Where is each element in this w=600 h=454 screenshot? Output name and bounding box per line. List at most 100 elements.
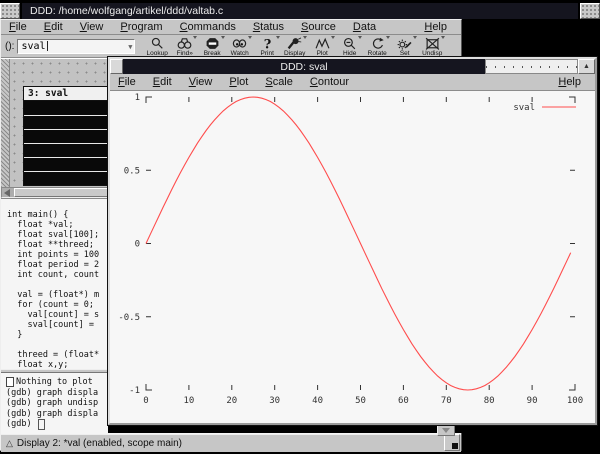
tool-button-rotate[interactable]: Rotate [363,36,391,57]
menu-item-view[interactable]: View [189,76,213,88]
menu-item-view[interactable]: View [80,21,104,33]
tool-button-label: Break [204,50,221,57]
dropdown-triangle-icon [386,36,390,39]
axis-tick-label: 0 [135,240,140,250]
axis-tick-label: 10 [183,396,194,406]
titlebar-focus-stripe [485,59,578,74]
scroll-down-icon [442,428,450,433]
window-resize-button[interactable] [580,3,600,19]
tool-button-label: Find» [177,50,193,57]
rotate-arrow-icon [370,37,385,50]
menu-item-status[interactable]: Status [253,21,284,33]
text-caret [47,41,48,51]
axis-tick-label: -1 [129,386,140,396]
line-chart-icon [315,37,330,50]
main-menubar: File Edit View Program Commands Status Source D… [1,20,461,35]
menu-item-program[interactable]: Program [120,21,162,33]
data-vertical-scrollbar[interactable] [1,59,10,187]
axis-tick-label: 20 [226,396,237,406]
plot-window-iconify-button[interactable]: ▲ [578,59,595,74]
tool-button-lookup[interactable]: Lookup [143,36,171,57]
menu-item-source[interactable]: Source [301,21,336,33]
dropdown-triangle-icon [248,36,252,39]
dropdown-triangle-icon [303,36,307,39]
dropdown-triangle-icon [358,36,362,39]
tool-button-break[interactable]: Break [198,36,226,57]
tool-button-label: Set [400,50,410,57]
tool-button-print[interactable]: ?Print [253,36,281,57]
dropdown-triangle-icon [413,36,417,39]
plot-canvas[interactable]: 010203040506070809010010.50-0.5-1sval [110,91,595,423]
argument-input[interactable]: sval ▼ [17,39,135,54]
status-bar: △ Display 2: *val (enabled, scope main) [1,434,461,452]
sine-plot: 010203040506070809010010.50-0.5-1sval [110,91,595,423]
plot-menubar: File Edit View Plot Scale Contour Help [110,74,595,91]
tool-button-label: Watch [231,50,249,57]
status-triangle-icon[interactable]: △ [6,438,13,449]
axis-tick-label: 50 [355,396,366,406]
menu-item-commands[interactable]: Commands [180,21,236,33]
tool-button-label: Print [261,50,274,57]
menu-item-data[interactable]: Data [353,21,376,33]
axis-tick-label: 60 [398,396,409,406]
dropdown-triangle-icon [276,36,280,39]
tool-buttons: LookupFind»BreakWatch?PrintDisplayPlotHi… [143,36,446,57]
dropdown-triangle-icon [331,36,335,39]
console-cursor [38,419,45,430]
tool-button-find[interactable]: Find» [171,36,199,57]
main-window-title: DDD: /home/wolfgang/artikel/ddd/valtab.c [22,3,578,19]
menu-item-edit[interactable]: Edit [44,21,63,33]
axis-tick-label: sval [513,103,535,113]
eyes-icon [232,37,247,50]
status-message: Display 2: *val (enabled, scope main) [17,438,182,449]
menu-item-plot[interactable]: Plot [229,76,248,88]
menu-item-file[interactable]: File [9,21,27,33]
tool-button-undisp[interactable]: Undisp [418,36,446,57]
menu-item-help[interactable]: Help [558,76,581,88]
axis-tick-label: 30 [269,396,280,406]
binoculars-icon [177,37,192,50]
axis-tick-label: 40 [312,396,323,406]
argument-label: (): [5,41,14,52]
window-menu-button[interactable] [0,3,20,19]
tool-button-label: Display [284,50,305,57]
tool-button-label: Plot [317,50,328,57]
resize-grip[interactable] [444,434,460,451]
message-icon [6,377,14,387]
menu-item-contour[interactable]: Contour [310,76,349,88]
desktop: { "main_window": { "title": "DDD: /home/… [0,0,600,454]
toolbar: (): sval ▼ LookupFind»BreakWatch?PrintDi… [1,35,461,58]
axis-tick-label: 100 [567,396,583,406]
plot-window-titlebar[interactable]: DDD: sval ▲ [110,59,595,74]
menu-item-edit[interactable]: Edit [153,76,172,88]
tool-button-hide[interactable]: Hide [336,36,364,57]
menu-item-help[interactable]: Help [424,21,447,33]
spotlight-icon [287,37,302,50]
argument-value: sval [21,41,45,52]
main-window-titlebar[interactable]: DDD: /home/wolfgang/artikel/ddd/valtab.c [0,3,600,19]
tool-button-display[interactable]: Display [281,36,309,57]
axis-tick-label: 90 [527,396,538,406]
tool-button-label: Lookup [147,50,168,57]
tool-button-watch[interactable]: Watch [226,36,254,57]
scroll-left-icon[interactable] [4,189,10,197]
axis-tick-label: 1 [135,93,140,103]
dropdown-triangle-icon [441,36,445,39]
magnifier-icon [150,37,165,50]
tool-button-label: Hide [343,50,356,57]
axis-tick-label: 0 [143,396,148,406]
question-mark-icon: ? [260,37,275,50]
axis-tick-label: -0.5 [118,313,140,323]
tool-button-label: Undisp [422,50,442,57]
plot-window-title: DDD: sval [123,59,485,74]
menu-item-scale[interactable]: Scale [265,76,293,88]
dropdown-triangle-icon [221,36,225,39]
plot-window-menu-button[interactable] [110,59,123,74]
crossed-display-icon [425,37,440,50]
combo-dropdown-icon[interactable]: ▼ [128,43,132,51]
tool-button-set[interactable]: Set [391,36,419,57]
menu-item-file[interactable]: File [118,76,136,88]
tool-button-plot[interactable]: Plot [308,36,336,57]
scroll-down-button[interactable] [437,424,455,436]
axis-tick-label: 80 [484,396,495,406]
